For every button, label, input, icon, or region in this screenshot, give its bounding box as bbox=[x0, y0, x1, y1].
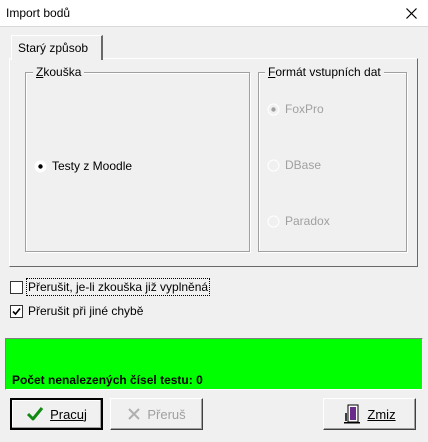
checkbox-abort-other-error[interactable]: Přerušit při jiné chybě bbox=[10, 304, 143, 318]
run-button-label: Pracuj bbox=[50, 406, 87, 422]
door-exit-icon bbox=[344, 404, 361, 424]
stop-button[interactable]: Přeruš bbox=[110, 398, 203, 430]
close-window-button[interactable] bbox=[394, 0, 428, 26]
checkbox-abort-if-filled[interactable]: Přerušit, je-li zkouška již vyplněná bbox=[10, 278, 211, 296]
tab-label: Starý způsob bbox=[18, 41, 89, 55]
radio-label: Testy z Moodle bbox=[52, 159, 133, 173]
checkbox-label: Přerušit, je-li zkouška již vyplněná bbox=[25, 278, 211, 296]
status-text: Počet nenalezených čísel testu: 0 bbox=[12, 373, 203, 387]
exam-group: Zkouška Testy z Moodle bbox=[25, 65, 250, 252]
radio-selected-icon bbox=[34, 160, 47, 172]
tab-stary-zpusob[interactable]: Starý způsob bbox=[11, 35, 103, 60]
radio-dbase[interactable]: DBase bbox=[267, 158, 321, 172]
radio-selected-icon bbox=[267, 103, 280, 115]
exam-group-caption: Zkouška bbox=[33, 65, 85, 79]
radio-label: Paradox bbox=[285, 214, 330, 228]
radio-empty-icon bbox=[267, 159, 280, 171]
window-title: Import bodů bbox=[6, 6, 71, 20]
title-bar: Import bodů bbox=[0, 0, 428, 27]
tab-panel: Zkouška Testy z Moodle Formát vstupních … bbox=[9, 58, 418, 267]
checkbox-label: Přerušit při jiné chybě bbox=[28, 304, 144, 318]
close-icon bbox=[405, 7, 417, 19]
x-icon bbox=[128, 408, 141, 420]
radio-label: FoxPro bbox=[285, 102, 324, 116]
radio-foxpro[interactable]: FoxPro bbox=[267, 102, 324, 116]
run-button[interactable]: Pracuj bbox=[10, 398, 103, 430]
checkbox-box[interactable] bbox=[10, 304, 23, 318]
radio-empty-icon bbox=[267, 215, 280, 227]
status-panel: Počet nenalezených čísel testu: 0 bbox=[5, 338, 423, 390]
radio-paradox[interactable]: Paradox bbox=[267, 214, 330, 228]
radio-testy-z-moodle[interactable]: Testy z Moodle bbox=[34, 159, 132, 173]
check-icon bbox=[27, 407, 44, 421]
close-button[interactable]: Zmiz bbox=[323, 398, 416, 430]
format-group-caption: Formát vstupních dat bbox=[265, 65, 384, 79]
checkbox-box[interactable] bbox=[10, 280, 23, 294]
radio-label: DBase bbox=[285, 158, 322, 172]
checkmark-icon bbox=[12, 307, 21, 315]
close-button-label: Zmiz bbox=[367, 406, 396, 422]
stop-button-label: Přeruš bbox=[147, 406, 186, 422]
format-group: Formát vstupních dat FoxPro DBase Parado… bbox=[258, 65, 407, 252]
